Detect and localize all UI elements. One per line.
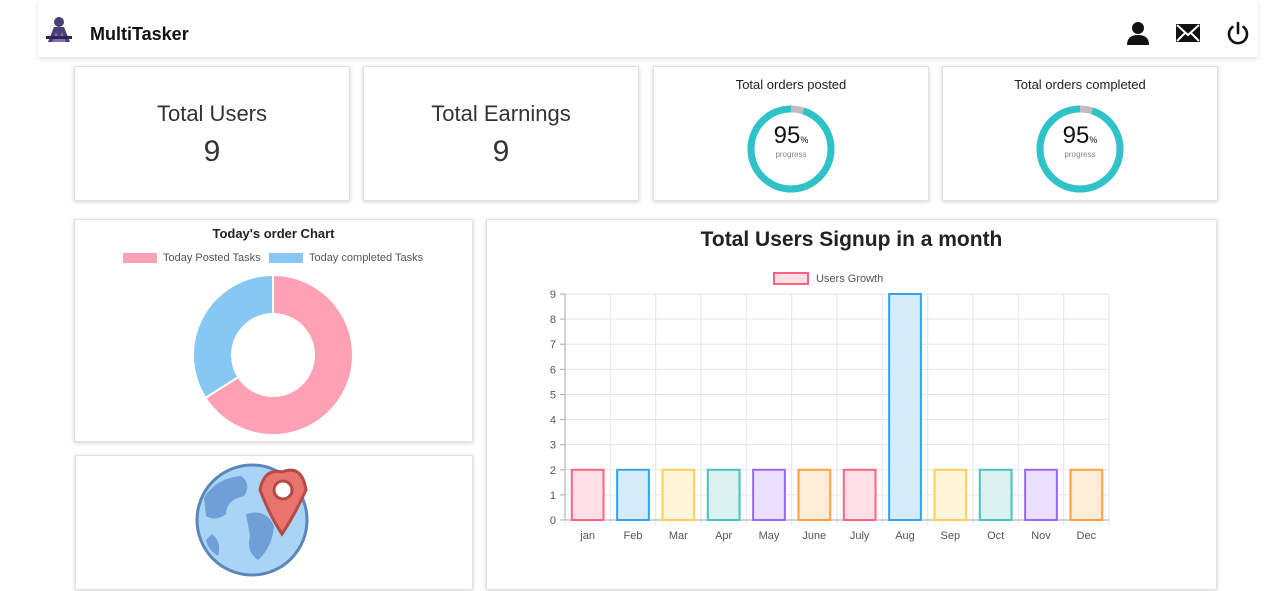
orders-posted-progress-ring: 95% progress	[746, 104, 836, 194]
orders-posted-value: 95%	[746, 122, 836, 150]
bar-mar[interactable]	[661, 468, 696, 521]
users-signup-chart-card: Total Users Signup in a month Users Grow…	[486, 219, 1217, 590]
y-tick-label: 8	[550, 314, 556, 326]
donut-chart	[192, 273, 354, 436]
x-tick-label: June	[802, 530, 826, 542]
y-tick-label: 9	[550, 289, 556, 301]
bar-nov[interactable]	[1024, 468, 1058, 521]
x-tick-label: Oct	[987, 530, 1004, 542]
orders-posted-sub: progress	[775, 150, 807, 159]
donut-slice[interactable]	[192, 273, 274, 400]
ring-number: 95	[773, 122, 801, 149]
top-navbar: MultiTasker	[38, 0, 1258, 57]
bar-july[interactable]	[842, 468, 877, 521]
bar-feb[interactable]	[616, 468, 650, 521]
total-earnings-label: Total Earnings	[431, 101, 571, 126]
globe-location-icon[interactable]	[76, 456, 474, 591]
bar-may[interactable]	[752, 468, 786, 521]
x-tick-label: May	[759, 530, 780, 542]
bar-chart: Users Growth 0 1 2 3 4 5 6 7 8 9 jan Feb Mar Apr May Ju…	[550, 272, 1110, 542]
orders-posted-card: Total orders posted 95% progress	[653, 66, 929, 201]
total-users-card: Total Users 9	[74, 66, 350, 201]
x-tick-label: July	[850, 530, 870, 542]
bar-jan[interactable]	[570, 468, 605, 521]
legend-swatch	[773, 272, 809, 285]
orders-completed-card: Total orders completed 95% progress	[942, 66, 1218, 201]
todays-order-chart-card: Today's order Chart Today Posted Tasks T…	[74, 219, 473, 442]
bar-sep[interactable]	[933, 468, 968, 521]
x-tick-label: Dec	[1077, 530, 1097, 542]
mail-icon[interactable]	[1175, 20, 1201, 46]
total-earnings-card: Total Earnings 9	[363, 66, 639, 201]
brand-name[interactable]: MultiTasker	[90, 24, 189, 45]
y-tick-label: 5	[550, 389, 556, 401]
x-tick-label: Nov	[1031, 530, 1051, 542]
bar-legend-label: Users Growth	[816, 273, 883, 285]
orders-completed-title: Total orders completed	[1014, 77, 1146, 92]
x-tick-label: Apr	[715, 530, 732, 542]
bar-apr[interactable]	[706, 468, 741, 521]
y-tick-label: 4	[550, 415, 556, 427]
y-tick-label: 1	[550, 490, 556, 502]
x-tick-label: Mar	[669, 530, 688, 542]
bar-aug[interactable]	[888, 293, 922, 521]
x-tick-label: Sep	[941, 530, 961, 542]
total-users-value: 9	[203, 135, 221, 168]
ring-unit: %	[800, 135, 809, 145]
total-earnings-value: 9	[492, 135, 510, 168]
total-users-label: Total Users	[156, 101, 268, 126]
x-tick-label: jan	[579, 530, 595, 542]
multitasker-logo[interactable]	[44, 14, 74, 44]
location-card	[75, 455, 473, 590]
y-tick-label: 7	[550, 339, 556, 351]
bar-dec[interactable]	[1069, 468, 1104, 521]
power-icon[interactable]	[1225, 20, 1251, 46]
bar-oct[interactable]	[978, 468, 1013, 521]
bar-june[interactable]	[797, 468, 832, 521]
y-tick-label: 3	[550, 440, 556, 452]
orders-completed-sub: progress	[1064, 150, 1096, 159]
ring-unit: %	[1089, 135, 1098, 145]
y-tick-label: 6	[550, 364, 556, 376]
x-tick-label: Feb	[624, 530, 643, 542]
orders-completed-progress-ring: 95% progress	[1035, 104, 1125, 194]
user-icon[interactable]	[1125, 20, 1151, 46]
ring-number: 95	[1062, 122, 1090, 149]
orders-posted-title: Total orders posted	[735, 77, 847, 92]
x-tick-label: Aug	[895, 530, 915, 542]
y-tick-label: 2	[550, 465, 556, 477]
orders-completed-value: 95%	[1035, 122, 1125, 150]
y-tick-label: 0	[550, 515, 556, 527]
